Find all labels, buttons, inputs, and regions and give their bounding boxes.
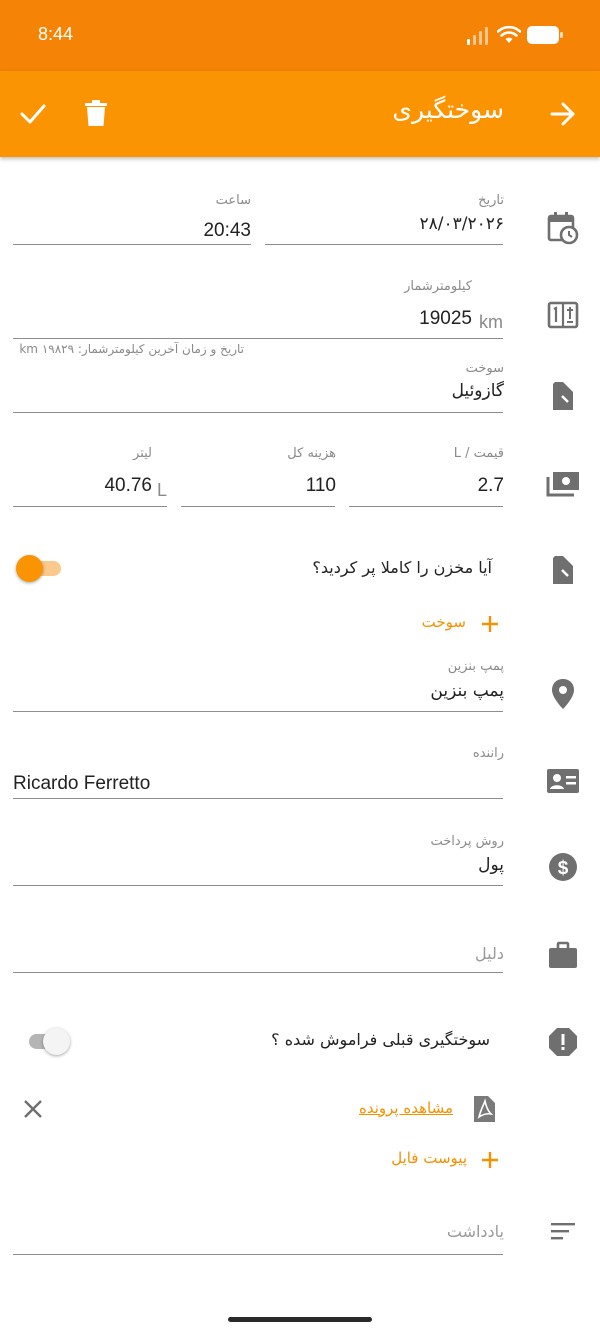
dollar-icon: $ [549, 853, 577, 881]
time-label: ساعت [215, 193, 251, 208]
notes-icon [551, 1223, 575, 1240]
odometer-unit: km [479, 312, 503, 332]
page-title: سوختگیری [392, 95, 504, 124]
note-field[interactable]: یادداشت [447, 1222, 504, 1241]
fuel-type-underline [13, 412, 503, 413]
time-value[interactable]: 20:43 [203, 220, 251, 242]
view-file-link[interactable]: مشاهده پرونده [359, 1099, 453, 1117]
note-underline [13, 1254, 503, 1255]
driver-underline [13, 798, 503, 799]
total-cost-label: هزینه کل [287, 446, 336, 461]
liters-label: لیتر [133, 446, 152, 461]
fuel-can-icon [553, 556, 573, 584]
driver-value[interactable]: Ricardo Ferretto [13, 773, 150, 795]
briefcase-icon [549, 941, 577, 968]
full-tank-question: آیا مخزن را کاملا پر کردید؟ [312, 558, 492, 577]
odometer-icon [547, 301, 579, 329]
payment-method-value[interactable]: پول [478, 855, 504, 875]
date-value[interactable]: ۲۸/۰۳/۲۰۲۶ [419, 214, 504, 234]
wifi-icon [497, 25, 521, 43]
liters-underline [13, 506, 167, 507]
fuel-can-icon [553, 382, 573, 410]
missed-refuel-question: سوختگیری قبلی فراموش شده ؟ [271, 1030, 490, 1049]
check-icon[interactable] [20, 102, 46, 126]
full-tank-toggle-knob [16, 555, 43, 582]
home-indicator[interactable] [228, 1317, 372, 1322]
full-tank-toggle[interactable] [16, 555, 61, 582]
gas-station-label: پمپ بنزین [447, 659, 504, 674]
alert-icon [549, 1028, 577, 1056]
odometer-underline [13, 338, 503, 339]
status-time: 8:44 [38, 24, 74, 44]
missed-refuel-toggle-knob [43, 1028, 70, 1055]
gas-station-value[interactable]: پمپ بنزین [430, 681, 504, 701]
payment-method-underline [13, 885, 503, 886]
date-label: تاریخ [478, 193, 504, 208]
date-underline [265, 244, 503, 245]
battery-icon [527, 26, 563, 44]
driver-label: راننده [472, 746, 504, 761]
liters-value[interactable]: 40.76 [104, 475, 152, 497]
pdf-icon [474, 1096, 495, 1122]
total-cost-value[interactable]: 110 [306, 475, 336, 497]
price-underline [349, 506, 503, 507]
money-icon [546, 472, 579, 497]
status-bar: 8:44 [0, 0, 600, 71]
arrow-right-icon[interactable] [550, 102, 576, 126]
svg-text:$: $ [558, 858, 569, 879]
plus-icon[interactable] [481, 615, 499, 633]
signal-icon [467, 27, 488, 45]
payment-method-label: روش پرداخت [430, 834, 504, 849]
close-icon[interactable] [23, 1099, 43, 1119]
id-card-icon [547, 769, 579, 793]
add-fuel-button[interactable]: سوخت [422, 613, 466, 631]
gas-station-underline [13, 711, 503, 712]
price-value[interactable]: 2.7 [478, 475, 504, 497]
liters-unit: L [157, 480, 168, 500]
reason-underline [13, 972, 503, 973]
reason-field[interactable]: دلیل [475, 944, 504, 963]
fuel-type-value[interactable]: گازوئیل [452, 381, 504, 401]
total-cost-underline [181, 506, 335, 507]
odometer-value[interactable]: 19025 [419, 308, 472, 330]
trash-icon[interactable] [85, 100, 107, 127]
missed-refuel-toggle[interactable] [29, 1028, 70, 1055]
calendar-clock-icon [547, 212, 579, 245]
plus-icon[interactable] [481, 1151, 499, 1169]
fuel-type-label: سوخت [465, 361, 504, 376]
app-bar: سوختگیری [0, 71, 600, 157]
odometer-label: کیلومترشمار [404, 279, 472, 294]
attach-file-button[interactable]: پیوست فایل [391, 1149, 467, 1167]
time-underline [13, 244, 251, 245]
location-pin-icon [552, 679, 574, 709]
odometer-hint: تاریخ و زمان آخرین کیلومترشمار: ۱۹۸۲۹ km [19, 342, 244, 356]
price-label: قیمت / L [453, 446, 504, 461]
